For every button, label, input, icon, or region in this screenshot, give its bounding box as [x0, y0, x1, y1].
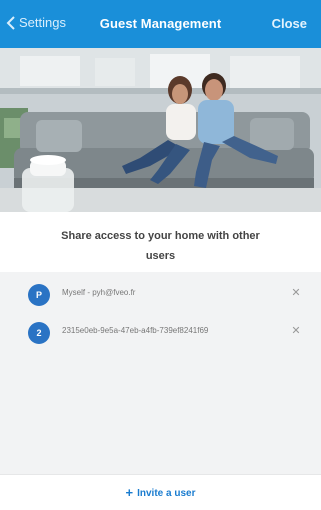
close-button[interactable]: Close: [272, 16, 307, 31]
navbar: Settings Guest Management Close: [0, 0, 321, 48]
user-label: 2315e0eb-9e5a-47eb-a4fb-739ef8241f69: [62, 326, 209, 335]
couple-on-sofa-image: [0, 48, 321, 212]
intro-section: Share access to your home with other use…: [0, 212, 321, 272]
intro-text: Share access to your home with other use…: [61, 230, 260, 262]
close-icon[interactable]: ✕: [289, 286, 303, 300]
plus-icon: +: [125, 485, 134, 500]
user-list: P Myself - pyh@fveo.fr ✕ 2 2315e0eb-9e5a…: [0, 276, 321, 352]
list-item[interactable]: 2 2315e0eb-9e5a-47eb-a4fb-739ef8241f69 ✕: [0, 314, 321, 352]
avatar: P: [28, 284, 50, 306]
list-item[interactable]: P Myself - pyh@fveo.fr ✕: [0, 276, 321, 314]
footer-bar: + Invite a user: [0, 474, 321, 510]
user-label: Myself - pyh@fveo.fr: [62, 288, 136, 297]
guest-management-screen: Settings Guest Management Close Share ac…: [0, 0, 321, 510]
invite-user-button[interactable]: + Invite a user: [0, 485, 321, 500]
hero-photo: [0, 48, 321, 212]
close-icon[interactable]: ✕: [289, 324, 303, 338]
invite-label: Invite a user: [137, 488, 196, 499]
avatar: 2: [28, 322, 50, 344]
